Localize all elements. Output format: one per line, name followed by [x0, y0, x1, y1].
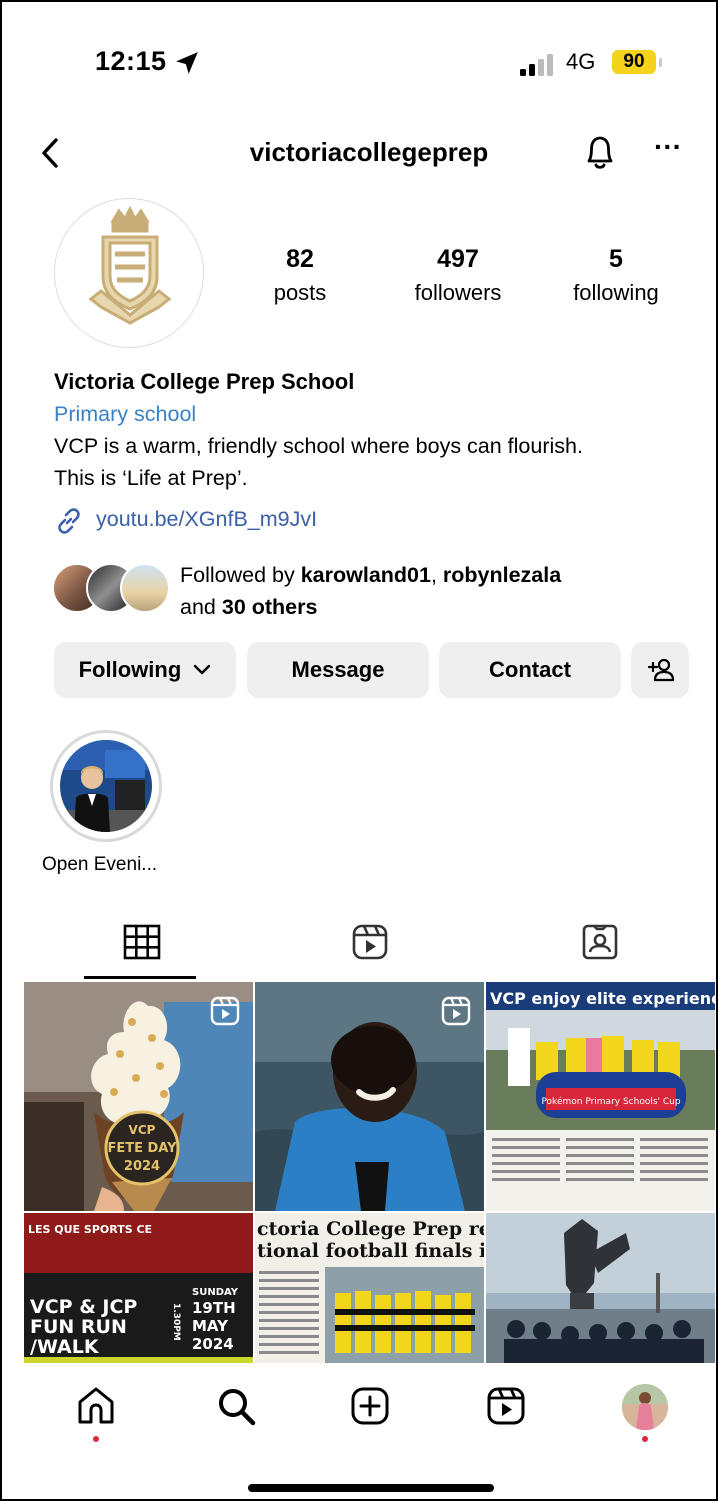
post-3-image: VCP enjoy elite experience Pokémon Prima… — [486, 982, 715, 1211]
post-grid: VCP FETE DAY 2024 VCP enjoy elite experi… — [24, 982, 715, 1363]
post-4-date-4: 2024 — [192, 1335, 234, 1353]
post-5-image: ctoria College Prep reac tional football… — [255, 1213, 484, 1363]
profile-header: victoriacollegeprep ··· — [2, 130, 716, 178]
reels-icon[interactable] — [484, 1384, 528, 1428]
bio-line-1: VCP is a warm, friendly school where boy… — [54, 434, 583, 458]
reels-tab-icon[interactable] — [350, 922, 390, 962]
post-4-line-3: /WALK — [30, 1336, 100, 1358]
post-5-headline-1: ctoria College Prep reac — [257, 1218, 484, 1240]
mutual-user-1[interactable]: karowland01 — [301, 563, 431, 587]
profile-bio: Victoria College Prep School Primary sch… — [54, 366, 694, 494]
signal-icon — [520, 54, 553, 76]
post-4-date-2: 19TH — [192, 1299, 236, 1317]
chevron-down-icon — [194, 664, 211, 675]
search-icon[interactable] — [214, 1384, 258, 1428]
story-highlight[interactable] — [50, 730, 162, 842]
home-notification-dot — [93, 1436, 99, 1442]
followed-by-separator: , — [430, 563, 443, 587]
link-icon — [58, 508, 80, 534]
post-thumbnail-4[interactable]: LES QUE SPORTS CE VCP & JCP FUN RUN /WAL… — [24, 1213, 253, 1363]
status-time: 12:15 — [95, 46, 167, 76]
mutual-avatar-3 — [120, 563, 170, 613]
following-label: following — [573, 280, 659, 305]
bottom-navigation — [2, 1364, 716, 1499]
profile-avatar-image — [622, 1384, 668, 1430]
post-5-headline-2: tional football finals in — [257, 1240, 484, 1262]
followed-by-and: and — [180, 595, 222, 619]
profile-avatar-crest[interactable] — [54, 198, 204, 348]
followed-by-row[interactable]: Followed by karowland01, robynlezala and… — [52, 559, 692, 619]
bell-icon[interactable] — [582, 132, 618, 172]
active-tab-indicator — [84, 976, 196, 979]
message-button[interactable]: Message — [247, 642, 429, 698]
followers-count[interactable]: 497 followers — [383, 245, 533, 306]
post-4-image: LES QUE SPORTS CE VCP & JCP FUN RUN /WAL… — [24, 1213, 253, 1363]
school-crest-logo — [88, 205, 172, 325]
more-icon[interactable]: ··· — [648, 133, 688, 168]
following-button[interactable]: Following — [54, 642, 236, 698]
post-thumbnail-5[interactable]: ctoria College Prep reac tional football… — [255, 1213, 484, 1363]
profile-avatar[interactable] — [622, 1384, 668, 1430]
followed-by-text: Followed by karowland01, robynlezala and… — [180, 559, 561, 623]
followed-by-prefix: Followed by — [180, 563, 301, 587]
followers-label: followers — [414, 280, 502, 305]
post-4-line-2: FUN RUN — [30, 1316, 127, 1338]
battery-indicator: 90 — [612, 50, 656, 74]
reel-badge-icon — [210, 996, 240, 1026]
post-1-text-3: 2024 — [124, 1159, 160, 1174]
posts-count[interactable]: 82 posts — [225, 245, 375, 306]
mutual-user-2[interactable]: robynlezala — [443, 563, 561, 587]
post-4-date-1: SUNDAY — [192, 1287, 239, 1298]
link-text: youtu.be/XGnfB_m9JvI — [96, 507, 318, 531]
post-4-side-text: 1.30PM — [171, 1303, 181, 1341]
post-1-text-2: FETE DAY — [107, 1141, 177, 1156]
contact-button-label: Contact — [489, 657, 571, 682]
profile-notification-dot — [642, 1436, 648, 1442]
post-4-line-1: VCP & JCP — [30, 1296, 137, 1318]
highlight-label: Open Eveni... — [42, 854, 158, 875]
post-thumbnail-2[interactable] — [255, 982, 484, 1211]
post-thumbnail-6[interactable] — [486, 1213, 715, 1363]
contact-button[interactable]: Contact — [439, 642, 621, 698]
post-thumbnail-1[interactable]: VCP FETE DAY 2024 — [24, 982, 253, 1211]
post-3-headline: VCP enjoy elite experience — [490, 989, 715, 1008]
posts-label: posts — [273, 280, 327, 305]
grid-icon[interactable] — [122, 922, 162, 962]
create-icon[interactable] — [348, 1384, 392, 1428]
battery-tip — [659, 58, 662, 67]
add-user-icon — [647, 658, 675, 682]
post-6-image — [486, 1213, 715, 1363]
location-arrow-icon — [176, 52, 198, 74]
home-indicator — [248, 1484, 494, 1492]
followers-value: 497 — [437, 245, 479, 273]
post-thumbnail-3[interactable]: VCP enjoy elite experience Pokémon Prima… — [486, 982, 715, 1211]
network-type: 4G — [566, 49, 596, 74]
suggested-users-button[interactable] — [631, 642, 689, 698]
bio-line-2: This is ‘Life at Prep’. — [54, 466, 248, 490]
home-icon[interactable] — [74, 1384, 118, 1428]
mutual-others[interactable]: 30 others — [222, 595, 318, 619]
following-value: 5 — [609, 245, 623, 273]
post-1-text-1: VCP — [129, 1123, 156, 1137]
reel-badge-icon — [441, 996, 471, 1026]
following-count[interactable]: 5 following — [541, 245, 691, 306]
profile-category[interactable]: Primary school — [54, 398, 694, 430]
status-bar: 12:15 4G 90 — [2, 46, 716, 82]
following-button-label: Following — [78, 657, 182, 682]
post-4-date-3: MAY — [192, 1317, 229, 1335]
message-button-label: Message — [291, 657, 385, 682]
post-4-top-text: LES QUE SPORTS CE — [28, 1223, 152, 1236]
post-3-banner: Pokémon Primary Schools' Cup — [541, 1096, 680, 1107]
posts-value: 82 — [286, 245, 314, 273]
tagged-icon[interactable] — [580, 922, 620, 962]
profile-name: Victoria College Prep School — [54, 369, 355, 394]
phone-screen: 12:15 4G 90 victoriacollegeprep ··· 82 p… — [0, 0, 718, 1501]
highlight-thumbnail — [60, 740, 152, 832]
